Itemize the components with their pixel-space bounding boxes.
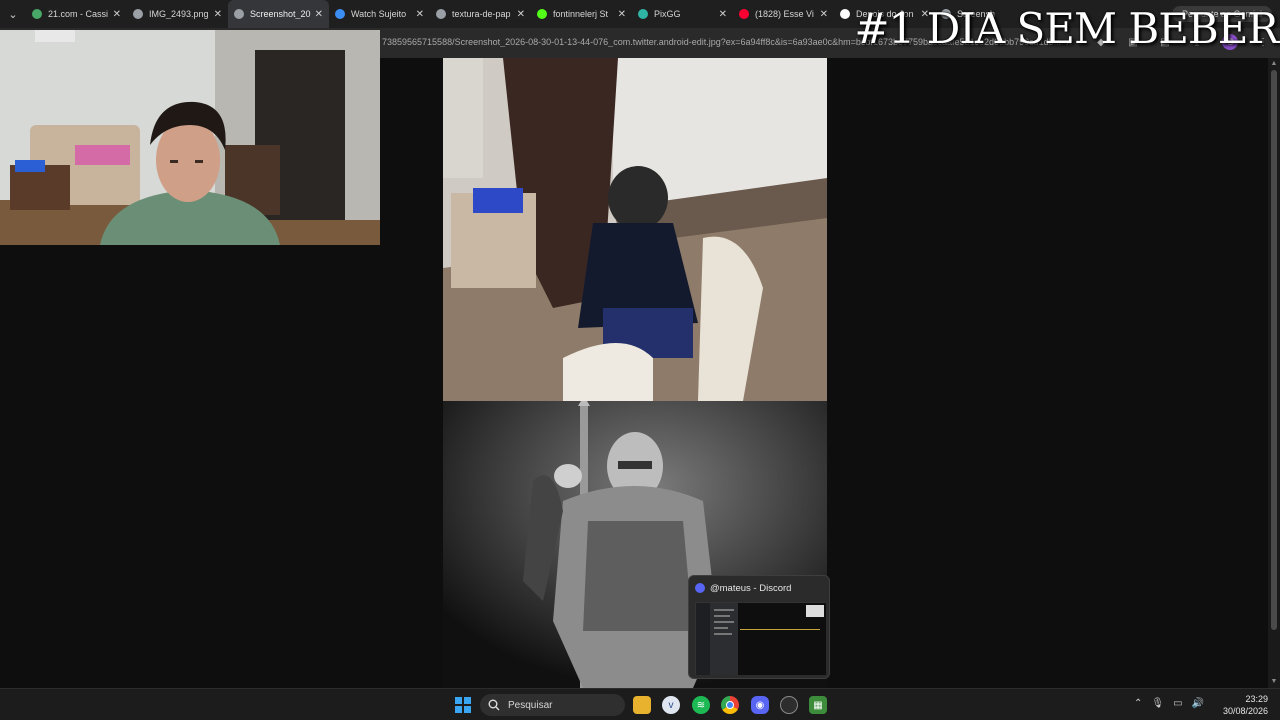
- tab-favicon-icon: [739, 9, 749, 19]
- taskbar: Pesquisar v ≋ ◉ ▦ ⌃ 🎙 ▭ 🔊 23:29 30/08/20…: [0, 688, 1280, 720]
- close-tab-icon[interactable]: ✕: [618, 9, 626, 20]
- tab-1[interactable]: IMG_2493.png ✕: [127, 0, 228, 28]
- tab-5[interactable]: fontinnelerj St ✕: [531, 0, 632, 28]
- network-icon[interactable]: ▭: [1173, 698, 1182, 709]
- file-explorer-icon[interactable]: [633, 696, 651, 714]
- tab-title: Screenshot_20: [250, 9, 311, 19]
- windows-start-icon[interactable]: [455, 697, 471, 713]
- clock-time: 23:29: [1245, 694, 1268, 704]
- minecraft-icon[interactable]: ▦: [809, 696, 827, 714]
- scroll-up-icon[interactable]: ▲: [1270, 60, 1278, 68]
- close-tab-icon[interactable]: ✕: [214, 9, 222, 20]
- chrome-icon[interactable]: [721, 696, 739, 714]
- tab-favicon-icon: [234, 9, 244, 19]
- app-icon[interactable]: [780, 696, 798, 714]
- close-tab-icon[interactable]: ✕: [517, 9, 525, 20]
- tab-title: Watch Sujeito: [351, 9, 407, 19]
- volume-icon[interactable]: 🔊: [1192, 698, 1204, 709]
- tab-favicon-icon: [638, 9, 648, 19]
- webcam-feed: [0, 30, 380, 245]
- tab-title: fontinnelerj St: [553, 9, 609, 19]
- stream-overlay-title: #1 DIA SEM BEBER: [854, 4, 1279, 53]
- search-placeholder: Pesquisar: [508, 699, 553, 711]
- discord-taskbar-icon[interactable]: ◉: [751, 696, 769, 714]
- close-tab-icon[interactable]: ✕: [719, 9, 727, 20]
- tab-title: textura-de-pap: [452, 9, 511, 19]
- scroll-down-icon[interactable]: ▼: [1270, 678, 1278, 686]
- screen: ⌄ 21.com - Cassi ✕ IMG_2493.png ✕ Screen…: [0, 0, 1280, 720]
- system-tray: ⌃ 🎙 ▭ 🔊: [1134, 698, 1204, 709]
- vpn-icon[interactable]: v: [662, 696, 680, 714]
- tab-title: IMG_2493.png: [149, 9, 209, 19]
- tab-4[interactable]: textura-de-pap ✕: [430, 0, 531, 28]
- tab-favicon-icon: [840, 9, 850, 19]
- tab-2-active[interactable]: Screenshot_20 ✕: [228, 0, 329, 28]
- discord-preview-thumbnail: [695, 602, 826, 675]
- spotify-icon[interactable]: ≋: [692, 696, 710, 714]
- tab-7[interactable]: (1828) Esse Vi ✕: [733, 0, 834, 28]
- tab-favicon-icon: [537, 9, 547, 19]
- tab-title: 21.com - Cassi: [48, 9, 109, 19]
- tab-6[interactable]: PixGG ✕: [632, 0, 733, 28]
- discord-icon: [695, 583, 705, 593]
- discord-window-preview[interactable]: @mateus - Discord: [688, 575, 830, 679]
- tab-title: PixGG: [654, 9, 681, 19]
- taskbar-clock[interactable]: 23:29 30/08/2026: [1223, 693, 1268, 717]
- microphone-icon[interactable]: 🎙: [1151, 698, 1164, 709]
- scroll-thumb[interactable]: [1271, 70, 1277, 630]
- tab-search-chevron-icon[interactable]: ⌄: [0, 0, 26, 28]
- close-tab-icon[interactable]: ✕: [315, 9, 323, 20]
- tab-3[interactable]: Watch Sujeito ✕: [329, 0, 430, 28]
- taskbar-search[interactable]: Pesquisar: [480, 694, 625, 716]
- screenshot-image: [443, 58, 827, 401]
- tab-favicon-icon: [133, 9, 143, 19]
- tab-favicon-icon: [436, 9, 446, 19]
- close-tab-icon[interactable]: ✕: [820, 9, 828, 20]
- search-icon: [488, 699, 500, 711]
- tab-0[interactable]: 21.com - Cassi ✕: [26, 0, 127, 28]
- tab-favicon-icon: [32, 9, 42, 19]
- tab-title: (1828) Esse Vi: [755, 9, 814, 19]
- tab-favicon-icon: [335, 9, 345, 19]
- page-scrollbar[interactable]: ▲ ▼: [1268, 58, 1280, 688]
- discord-preview-title: @mateus - Discord: [710, 582, 792, 594]
- close-tab-icon[interactable]: ✕: [416, 9, 424, 20]
- close-tab-icon[interactable]: ✕: [113, 9, 121, 20]
- clock-date: 30/08/2026: [1222, 706, 1268, 716]
- tray-overflow-chevron-icon[interactable]: ⌃: [1134, 698, 1142, 709]
- discord-preview-header: @mateus - Discord: [689, 576, 829, 600]
